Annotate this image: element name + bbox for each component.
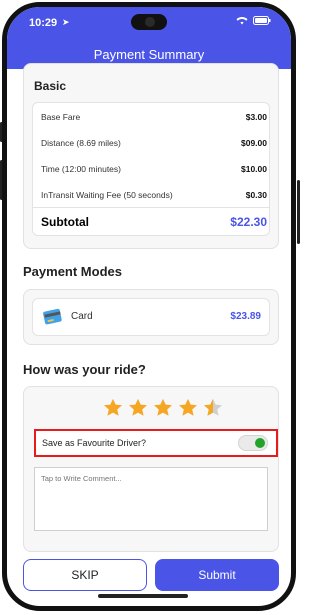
status-time: 10:29: [29, 17, 58, 29]
fare-label: Time (12:00 minutes): [41, 164, 121, 174]
fare-row: InTransit Waiting Fee (50 seconds) $0.30: [41, 190, 267, 200]
battery-icon: [253, 16, 271, 25]
payment-modes-heading: Payment Modes: [23, 264, 122, 279]
star-rating[interactable]: [102, 397, 224, 419]
favourite-driver-row: Save as Favourite Driver?: [34, 429, 278, 457]
basic-fare-card: Basic Base Fare $3.00 Distance (8.69 mile…: [23, 63, 279, 249]
favourite-driver-label: Save as Favourite Driver?: [42, 438, 147, 448]
favourite-driver-toggle[interactable]: [238, 435, 268, 451]
fare-label: Base Fare: [41, 112, 81, 122]
power-button: [297, 180, 300, 244]
fare-value: $3.00: [245, 112, 267, 122]
fare-label: InTransit Waiting Fee (50 seconds): [41, 190, 173, 200]
scroll-content[interactable]: Basic Base Fare $3.00 Distance (8.69 mile…: [7, 63, 291, 552]
fare-breakdown: Base Fare $3.00 Distance (8.69 miles) $09.…: [32, 102, 270, 236]
phone-frame: 10:29 ➤ Payment Summary Basic Base Fare $…: [0, 0, 300, 615]
payment-modes-card: Card $23.89: [23, 289, 279, 345]
wifi-icon: [236, 17, 248, 25]
camera-lens: [145, 17, 155, 27]
star-icon[interactable]: [177, 397, 199, 419]
front-camera: [131, 14, 167, 30]
toggle-knob: [255, 438, 265, 448]
location-icon: ➤: [62, 17, 70, 27]
payment-method-amount: $23.89: [230, 311, 261, 322]
fare-value: $09.00: [241, 138, 267, 148]
fare-value: $0.30: [245, 190, 267, 200]
fare-label: Distance (8.69 miles): [41, 138, 121, 148]
credit-card-icon: [43, 308, 62, 325]
divider: [33, 207, 269, 208]
submit-button[interactable]: Submit: [155, 559, 279, 591]
rating-card: Save as Favourite Driver?: [23, 386, 279, 552]
skip-button[interactable]: SKIP: [23, 559, 147, 591]
subtotal-value: $22.30: [230, 215, 267, 229]
subtotal-row: Subtotal $22.30: [41, 215, 267, 229]
payment-method-label: Card: [71, 311, 93, 322]
star-icon[interactable]: [127, 397, 149, 419]
screen: 10:29 ➤ Payment Summary Basic Base Fare $…: [2, 2, 296, 611]
comment-input[interactable]: [34, 467, 268, 531]
basic-heading: Basic: [34, 79, 67, 93]
rating-heading: How was your ride?: [23, 362, 146, 377]
subtotal-label: Subtotal: [41, 215, 89, 229]
fare-row: Distance (8.69 miles) $09.00: [41, 138, 267, 148]
star-icon[interactable]: [102, 397, 124, 419]
half-star-icon[interactable]: [202, 397, 224, 419]
app-header: 10:29 ➤ Payment Summary: [7, 7, 291, 69]
status-icons: [236, 16, 271, 25]
star-icon[interactable]: [152, 397, 174, 419]
page-title: Payment Summary: [93, 47, 205, 62]
fare-row: Time (12:00 minutes) $10.00: [41, 164, 267, 174]
fare-row: Base Fare $3.00: [41, 112, 267, 122]
home-indicator: [98, 594, 188, 598]
fare-value: $10.00: [241, 164, 267, 174]
payment-method-row[interactable]: Card $23.89: [32, 298, 270, 336]
